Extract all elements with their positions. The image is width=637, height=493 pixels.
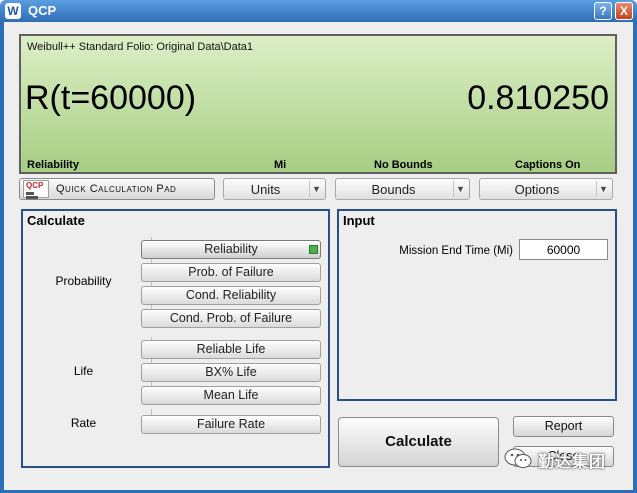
options-label: Options: [514, 182, 560, 197]
selected-marker-icon: [309, 245, 318, 254]
cond-prob-of-failure-button[interactable]: Cond. Prob. of Failure: [141, 309, 321, 328]
report-button[interactable]: Report: [513, 416, 614, 437]
input-title: Input: [343, 213, 375, 228]
qcp-window: W QCP ? X Weibull++ Standard Folio: Orig…: [0, 0, 637, 493]
units-label: Units: [250, 182, 281, 197]
probability-label: Probability: [55, 274, 112, 288]
rate-label: Rate: [70, 416, 97, 430]
quick-calculation-pad-button[interactable]: QCP Quick Calculation Pad: [19, 178, 215, 200]
result-display: Weibull++ Standard Folio: Original Data\…: [19, 34, 617, 174]
input-group: Input Mission End Time (Mi): [337, 209, 617, 401]
qcp-logo-icon: QCP: [23, 180, 49, 199]
bounds-label: Bounds: [371, 182, 416, 197]
close-window-button[interactable]: X: [615, 2, 633, 20]
reliability-button[interactable]: Reliability: [141, 240, 321, 259]
help-button[interactable]: ?: [594, 2, 612, 20]
client-area: Weibull++ Standard Folio: Original Data\…: [4, 22, 633, 490]
prob-of-failure-button[interactable]: Prob. of Failure: [141, 263, 321, 282]
mean-life-button[interactable]: Mean Life: [141, 386, 321, 405]
watermark-text: 勤达集团: [538, 454, 607, 471]
chevron-down-icon: ▼: [453, 181, 467, 197]
bounds-dropdown[interactable]: Bounds ▼: [335, 178, 470, 200]
chevron-down-icon: ▼: [309, 181, 323, 197]
status-captions: Captions On: [515, 159, 581, 171]
mission-end-time-label: Mission End Time (Mi): [399, 245, 513, 257]
life-label: Life: [73, 364, 94, 378]
wechat-icon: [504, 448, 532, 468]
result-expression: R(t=60000): [25, 79, 197, 117]
units-dropdown[interactable]: Units ▼: [223, 178, 326, 200]
status-metric: Reliability: [27, 159, 79, 171]
window-title: QCP: [28, 3, 57, 18]
calculate-group: Calculate Probability Reliability Prob. …: [21, 209, 330, 468]
title-bar[interactable]: W QCP ? X: [0, 0, 637, 22]
options-dropdown[interactable]: Options ▼: [479, 178, 613, 200]
calculate-title: Calculate: [27, 213, 85, 228]
qcp-label: Quick Calculation Pad: [56, 183, 177, 195]
chevron-down-icon: ▼: [596, 181, 610, 197]
bx-life-button[interactable]: BX% Life: [141, 363, 321, 382]
mission-end-time-field[interactable]: [519, 239, 608, 260]
status-units: Mi: [274, 159, 287, 171]
folio-source: Weibull++ Standard Folio: Original Data\…: [27, 41, 254, 53]
reliable-life-button[interactable]: Reliable Life: [141, 340, 321, 359]
app-icon: W: [5, 3, 21, 19]
result-value: 0.810250: [467, 79, 609, 117]
cond-reliability-button[interactable]: Cond. Reliability: [141, 286, 321, 305]
watermark: 勤达集团: [504, 444, 632, 474]
failure-rate-button[interactable]: Failure Rate: [141, 415, 321, 434]
status-bounds: No Bounds: [374, 159, 433, 171]
calculate-button[interactable]: Calculate: [338, 417, 499, 467]
